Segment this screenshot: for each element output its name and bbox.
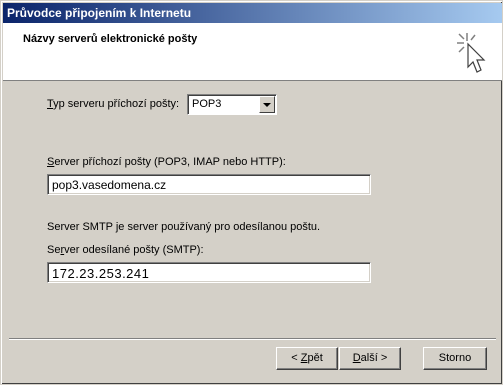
wizard-header: Názvy serverů elektronické pošty — [3, 23, 502, 81]
window-title: Průvodce připojením k Internetu — [7, 6, 192, 20]
wizard-wand-icon — [457, 33, 486, 73]
incoming-type-select[interactable]: POP3 — [187, 94, 277, 115]
incoming-server-label: Server příchozí pošty (POP3, IMAP nebo H… — [47, 156, 286, 168]
cancel-button[interactable]: Storno — [423, 347, 487, 370]
chevron-down-icon[interactable] — [259, 96, 275, 113]
title-bar: Průvodce připojením k Internetu — [3, 3, 502, 23]
back-button[interactable]: < Zpět — [276, 347, 338, 370]
outgoing-server-input[interactable]: 172.23.253.241 — [47, 262, 371, 283]
footer-separator — [9, 338, 496, 340]
page-title: Názvy serverů elektronické pošty — [23, 33, 198, 45]
next-button[interactable]: Další > — [339, 347, 401, 370]
incoming-type-value: POP3 — [192, 98, 222, 110]
incoming-type-label: Typ serveru příchozí pošty: — [47, 98, 180, 110]
incoming-server-input[interactable]: pop3.vasedomena.cz — [47, 174, 371, 195]
wizard-window: Průvodce připojením k Internetu Názvy se… — [0, 0, 503, 385]
smtp-info-text: Server SMTP je server používaný pro odes… — [47, 221, 321, 233]
outgoing-server-label: Server odesílané pošty (SMTP): — [47, 244, 204, 256]
